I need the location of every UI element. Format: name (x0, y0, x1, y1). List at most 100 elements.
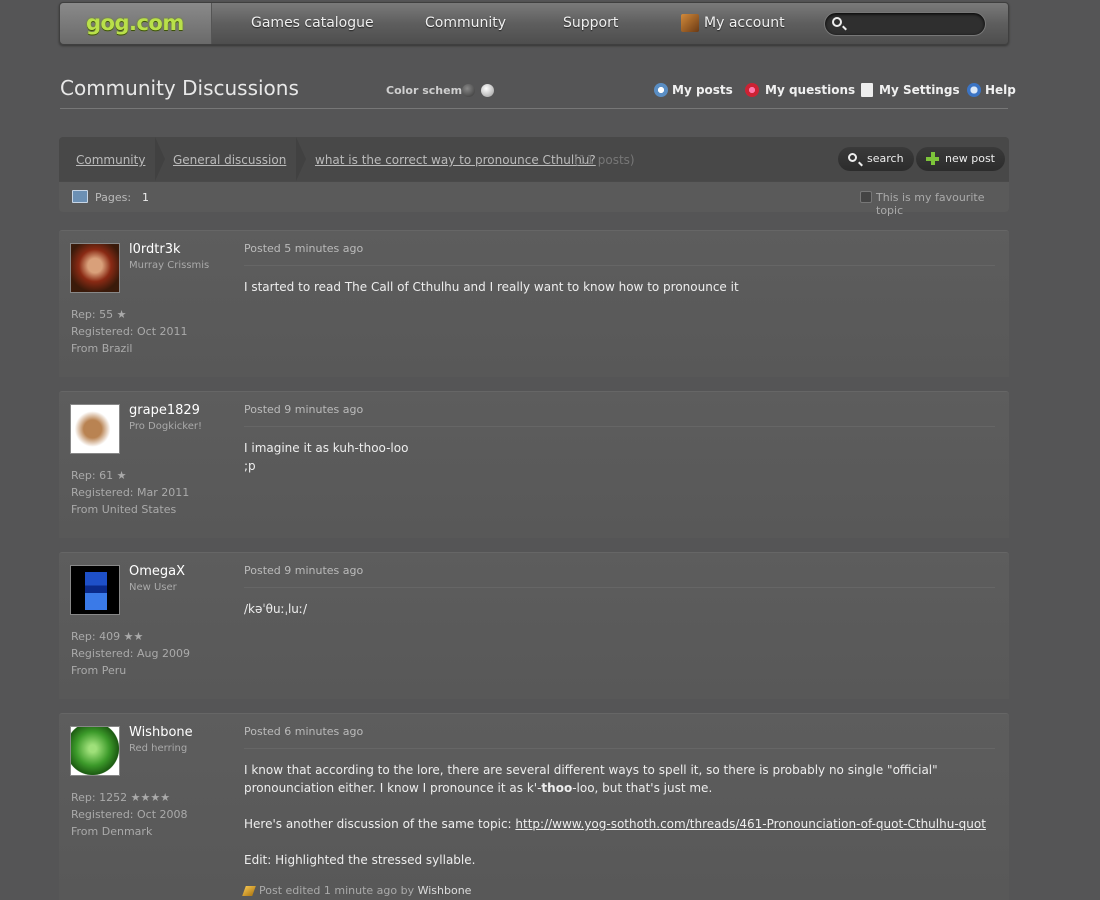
username[interactable]: OmegaX (129, 564, 185, 579)
user-rep: Rep: 409 ★★ (71, 630, 144, 643)
quill-icon (242, 886, 256, 896)
breadcrumb-topic[interactable]: what is the correct way to pronounce Cth… (315, 153, 596, 167)
user-registered: Registered: Mar 2011 (71, 486, 190, 499)
favourite-checkbox[interactable] (860, 191, 872, 203)
post-count: (11 posts) (574, 153, 635, 167)
post: Wishbone Red herring Rep: 1252 ★★★★ Regi… (59, 713, 1009, 900)
user-rep: Rep: 61 ★ (71, 469, 127, 482)
breadcrumb-separator (155, 137, 165, 181)
post-text: I imagine it as kuh-thoo-loo (244, 441, 409, 455)
my-posts-icon (654, 83, 668, 97)
avatar[interactable] (70, 726, 120, 776)
post-divider (244, 265, 995, 266)
stressed-syllable: thoo (541, 781, 573, 795)
post-divider (244, 587, 995, 588)
username[interactable]: Wishbone (129, 725, 193, 740)
post-body: I know that according to the lore, there… (244, 761, 1004, 887)
settings-icon (861, 83, 873, 97)
post-divider (244, 426, 995, 427)
post-timestamp: Posted 5 minutes ago (244, 242, 364, 255)
post: grape1829 Pro Dogkicker! Rep: 61 ★ Regis… (59, 391, 1009, 538)
breadcrumb-community[interactable]: Community (76, 153, 145, 167)
post-body: I imagine it as kuh-thoo-loo ;p (244, 439, 1004, 475)
my-posts-link[interactable]: My posts (672, 83, 733, 97)
nav-games-catalogue[interactable]: Games catalogue (251, 15, 374, 31)
post-timestamp: Posted 9 minutes ago (244, 564, 364, 577)
top-navigation: gog.com Games catalogue Community Suppor… (59, 2, 1009, 45)
post-body: /kəˈθuːˌluː/ (244, 600, 1004, 636)
user-registered: Registered: Aug 2009 (71, 647, 190, 660)
breadcrumb-separator (296, 137, 306, 181)
user-title: Murray Crissmis (129, 260, 210, 271)
search-button[interactable]: search (838, 147, 914, 171)
search-input[interactable] (849, 16, 979, 32)
rep-star-icon: ★★ (123, 630, 144, 643)
breadcrumb-general-discussion[interactable]: General discussion (173, 153, 286, 167)
breadcrumb: Community General discussion what is the… (59, 137, 1009, 181)
post-timestamp: Posted 6 minutes ago (244, 725, 364, 738)
avatar[interactable] (70, 565, 120, 615)
user-location: From Brazil (71, 342, 133, 355)
user-rep: Rep: 55 ★ (71, 308, 127, 321)
my-settings-link[interactable]: My Settings (879, 83, 960, 97)
nav-my-account[interactable]: My account (704, 15, 785, 31)
user-location: From United States (71, 503, 177, 516)
user-title: New User (129, 582, 177, 593)
post-text: I know that according to the lore, there… (244, 763, 938, 795)
user-registered: Registered: Oct 2011 (71, 325, 188, 338)
page-number-1[interactable]: 1 (142, 191, 149, 204)
logo-area[interactable]: gog.com (60, 3, 212, 44)
user-location: From Denmark (71, 825, 153, 838)
help-link[interactable]: Help (985, 83, 1016, 97)
edited-by-user[interactable]: Wishbone (418, 884, 472, 897)
search-box[interactable] (824, 12, 986, 36)
avatar[interactable] (70, 243, 120, 293)
post: l0rdtr3k Murray Crissmis Rep: 55 ★ Regis… (59, 230, 1009, 377)
gog-logo[interactable]: gog.com (86, 11, 184, 35)
my-questions-icon (745, 83, 759, 97)
post: OmegaX New User Rep: 409 ★★ Registered: … (59, 552, 1009, 699)
pages-icon (72, 190, 88, 203)
account-avatar-icon[interactable] (681, 14, 699, 32)
help-icon (967, 83, 981, 97)
user-location: From Peru (71, 664, 127, 677)
username[interactable]: l0rdtr3k (129, 242, 181, 257)
megaman-sprite (85, 572, 107, 610)
username[interactable]: grape1829 (129, 403, 200, 418)
post-timestamp: Posted 9 minutes ago (244, 403, 364, 416)
post-text: /kəˈθuːˌluː/ (244, 602, 307, 616)
post-edited-note: Post edited 1 minute ago by Wishbone (242, 884, 472, 897)
header-divider (60, 108, 1008, 109)
nav-support[interactable]: Support (563, 15, 618, 31)
search-icon (848, 153, 857, 162)
search-icon (832, 17, 842, 27)
rep-star-icon: ★ (116, 469, 127, 482)
color-scheme-label: Color scheme (386, 84, 470, 97)
page-title: Community Discussions (60, 76, 299, 100)
color-scheme-dark-toggle[interactable] (462, 84, 475, 97)
favourite-label[interactable]: This is my favourite topic (876, 191, 1009, 217)
search-button-label: search (867, 152, 904, 165)
post-text: Edit: Highlighted the stressed syllable. (244, 853, 476, 867)
user-title: Red herring (129, 743, 188, 754)
post-body: I started to read The Call of Cthulhu an… (244, 278, 1004, 314)
new-post-button[interactable]: new post (916, 147, 1005, 171)
pagination-bar: Pages: 1 This is my favourite topic (59, 181, 1009, 217)
rep-star-icon: ★★★★ (130, 791, 171, 804)
avatar[interactable] (70, 404, 120, 454)
post-text: I started to read The Call of Cthulhu an… (244, 280, 739, 294)
post-text: ;p (244, 459, 256, 473)
user-title: Pro Dogkicker! (129, 421, 202, 432)
post-text: Here's another discussion of the same to… (244, 817, 986, 831)
plus-icon (926, 152, 939, 165)
rep-star-icon: ★ (116, 308, 127, 321)
post-divider (244, 748, 995, 749)
user-registered: Registered: Oct 2008 (71, 808, 188, 821)
pages-label: Pages: (95, 191, 132, 204)
external-link[interactable]: http://www.yog-sothoth.com/threads/461-P… (515, 817, 986, 831)
nav-community[interactable]: Community (425, 15, 506, 31)
new-post-button-label: new post (945, 152, 995, 165)
user-rep: Rep: 1252 ★★★★ (71, 791, 171, 804)
my-questions-link[interactable]: My questions (765, 83, 855, 97)
color-scheme-light-toggle[interactable] (481, 84, 494, 97)
